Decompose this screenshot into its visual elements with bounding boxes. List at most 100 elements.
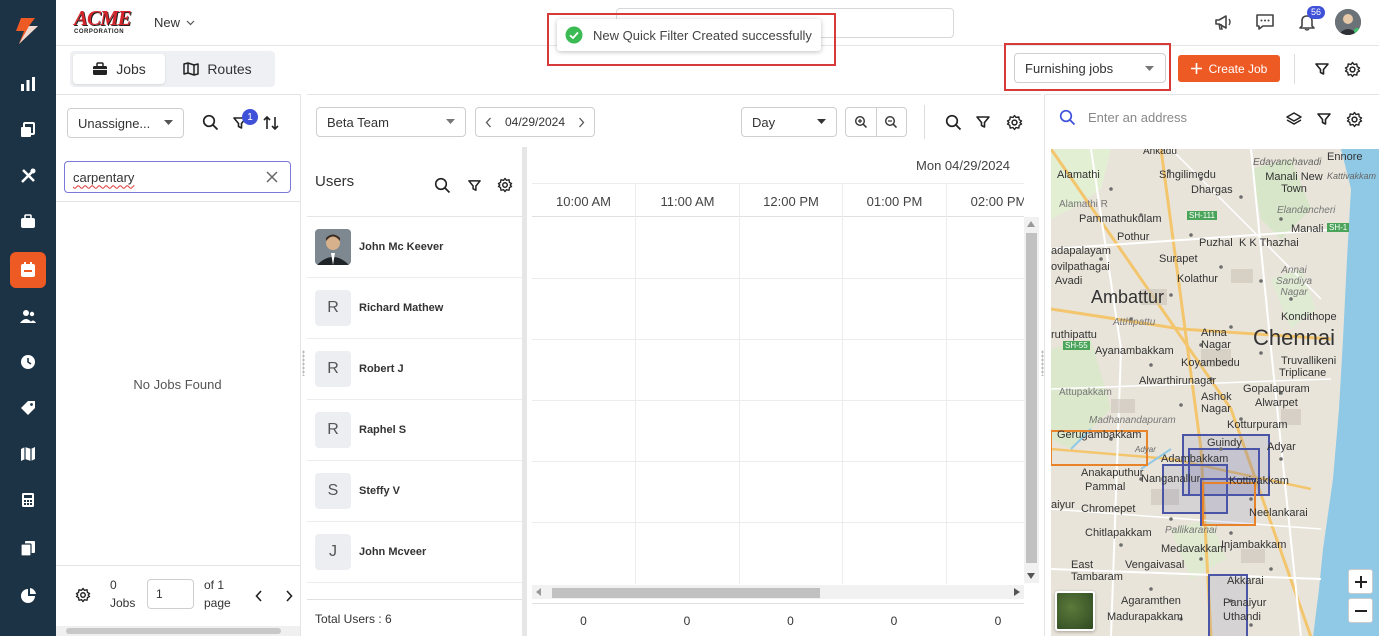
map-place-label: Alwarpet <box>1255 397 1298 409</box>
map-road-shield: SH-1 <box>1327 223 1350 232</box>
next-page-icon[interactable] <box>285 590 293 602</box>
prev-date-icon[interactable] <box>485 117 492 128</box>
map-zoom-in-button[interactable] <box>1348 569 1373 594</box>
users-search-icon[interactable] <box>432 175 452 195</box>
app-logo-icon[interactable] <box>9 12 47 50</box>
tab-routes[interactable]: Routes <box>165 54 270 84</box>
quick-filter-select[interactable]: Furnishing jobs <box>1014 53 1166 83</box>
user-row[interactable]: R Robert J <box>307 339 522 400</box>
map-place-label: Annai Sandiya Nagar <box>1275 265 1313 298</box>
zoom-in-icon[interactable] <box>846 108 877 136</box>
rail-timesheet-icon[interactable] <box>10 344 46 380</box>
map-filter-icon[interactable] <box>1316 111 1332 128</box>
create-job-button[interactable]: Create Job <box>1178 55 1280 82</box>
users-settings-gear-icon[interactable] <box>495 175 515 195</box>
map-place-label: Elandancheri <box>1277 205 1336 216</box>
rail-calculator-icon[interactable] <box>10 482 46 518</box>
clear-search-icon[interactable] <box>266 171 278 183</box>
user-avatar[interactable] <box>1335 9 1361 35</box>
user-row[interactable]: J John Mcveer <box>307 522 522 583</box>
jobs-search-icon[interactable] <box>202 114 219 131</box>
user-row[interactable]: R Raphel S <box>307 400 522 461</box>
rail-documents-icon[interactable] <box>10 530 46 566</box>
view-mode-select[interactable]: Day <box>741 107 837 137</box>
zoom-out-icon[interactable] <box>877 108 907 136</box>
slot-total: 0 <box>580 614 587 628</box>
global-filter-icon[interactable] <box>1311 58 1333 80</box>
new-menu-button[interactable]: New <box>154 15 195 30</box>
caret-down-icon <box>1145 66 1154 71</box>
users-filter-icon[interactable] <box>464 175 484 195</box>
rail-tools-icon[interactable] <box>10 158 46 194</box>
slot-total: 0 <box>787 614 794 628</box>
schedule-horizontal-scrollbar[interactable] <box>532 585 1024 599</box>
slot-total: 0 <box>994 614 1002 628</box>
rail-jobs-icon[interactable] <box>10 204 46 240</box>
user-initial-avatar: R <box>315 412 351 448</box>
map-place-label: Alwarthirunagar <box>1139 375 1217 387</box>
brand-logo[interactable]: ACME CORPORATION <box>74 8 138 38</box>
chat-icon[interactable] <box>1251 8 1279 36</box>
user-initial-avatar: R <box>315 290 351 326</box>
map-place-label: Alamathi <box>1057 169 1100 181</box>
success-toast: New Quick Filter Created successfully <box>557 19 821 51</box>
current-date[interactable]: 04/29/2024 <box>505 115 565 129</box>
map-panel: Enter an address Ankadu Edayanchavadi En… <box>1044 94 1379 636</box>
jobs-panel-scrollbar[interactable] <box>56 626 300 636</box>
map-layers-icon[interactable] <box>1286 111 1302 128</box>
tab-jobs[interactable]: Jobs <box>73 54 165 84</box>
map-place-label: Ambattur <box>1091 287 1165 307</box>
announcement-icon[interactable] <box>1209 8 1237 36</box>
rail-tag-icon[interactable] <box>10 390 46 426</box>
map-search-placeholder: Enter an address <box>1088 110 1188 125</box>
pagination-settings-gear-icon[interactable] <box>75 587 91 603</box>
scroll-up-arrow-icon[interactable] <box>1027 221 1035 227</box>
map-place-label: ruthipattu <box>1051 329 1097 341</box>
prev-page-icon[interactable] <box>255 590 263 602</box>
rail-customers-icon[interactable] <box>10 298 46 334</box>
user-row[interactable]: R Richard Mathew <box>307 278 522 339</box>
rail-map-icon[interactable] <box>10 436 46 472</box>
scroll-right-arrow-icon[interactable] <box>1014 588 1020 596</box>
user-row[interactable]: John Mc Keever <box>307 217 522 278</box>
map-place-label: Madurapakkam <box>1107 611 1183 623</box>
next-date-icon[interactable] <box>578 117 585 128</box>
panel-resize-handle[interactable] <box>302 350 305 376</box>
scroll-left-arrow-icon[interactable] <box>536 588 542 596</box>
map-place-label: Ayanambakkam <box>1095 345 1174 357</box>
scheduler-search-icon[interactable] <box>942 111 964 133</box>
rail-schedule-icon[interactable] <box>10 252 46 288</box>
sort-icon[interactable] <box>262 114 280 132</box>
satellite-toggle[interactable] <box>1055 591 1095 631</box>
rail-reports-icon[interactable] <box>10 66 46 102</box>
toolbar-divider <box>1294 54 1295 84</box>
job-status-select[interactable]: Unassigne... <box>67 108 184 138</box>
user-initial-avatar: S <box>315 473 351 509</box>
time-slot-label: 10:00 AM <box>556 193 611 209</box>
map-settings-gear-icon[interactable] <box>1346 111 1363 128</box>
user-row[interactable]: S Steffy V <box>307 461 522 522</box>
tab-routes-label: Routes <box>207 61 252 77</box>
plus-icon <box>1190 63 1202 74</box>
jobs-search-input[interactable]: carpentary <box>64 161 291 193</box>
global-settings-gear-icon[interactable] <box>1341 58 1363 80</box>
team-select[interactable]: Beta Team <box>316 107 466 137</box>
rail-analytics-icon[interactable] <box>10 578 46 614</box>
rail-inventory-icon[interactable] <box>10 112 46 148</box>
map-place-label: Kottivakkam <box>1229 475 1289 487</box>
briefcase-icon <box>92 62 108 76</box>
scheduler-settings-gear-icon[interactable] <box>1003 111 1025 133</box>
jobs-map[interactable]: Ankadu Edayanchavadi Ennore Alamathi Sin… <box>1051 149 1379 636</box>
time-slot-label: 11:00 AM <box>635 184 739 218</box>
user-name: Raphel S <box>359 424 407 436</box>
map-zoom-out-button[interactable] <box>1348 598 1373 623</box>
scheduler-filter-icon[interactable] <box>972 111 994 133</box>
jobs-count: 0 <box>110 578 117 592</box>
schedule-vertical-scrollbar[interactable] <box>1024 217 1039 583</box>
scroll-down-arrow-icon[interactable] <box>1027 573 1035 579</box>
page-number-input[interactable]: 1 <box>147 579 194 609</box>
notification-bell-icon[interactable]: 56 <box>1293 6 1325 36</box>
schedule-grid[interactable]: Mon 04/29/2024 10:00 AM 11:00 AM 12:00 P… <box>532 147 1024 636</box>
map-place-label: Ennore <box>1327 151 1363 163</box>
map-address-search[interactable]: Enter an address <box>1059 109 1187 126</box>
